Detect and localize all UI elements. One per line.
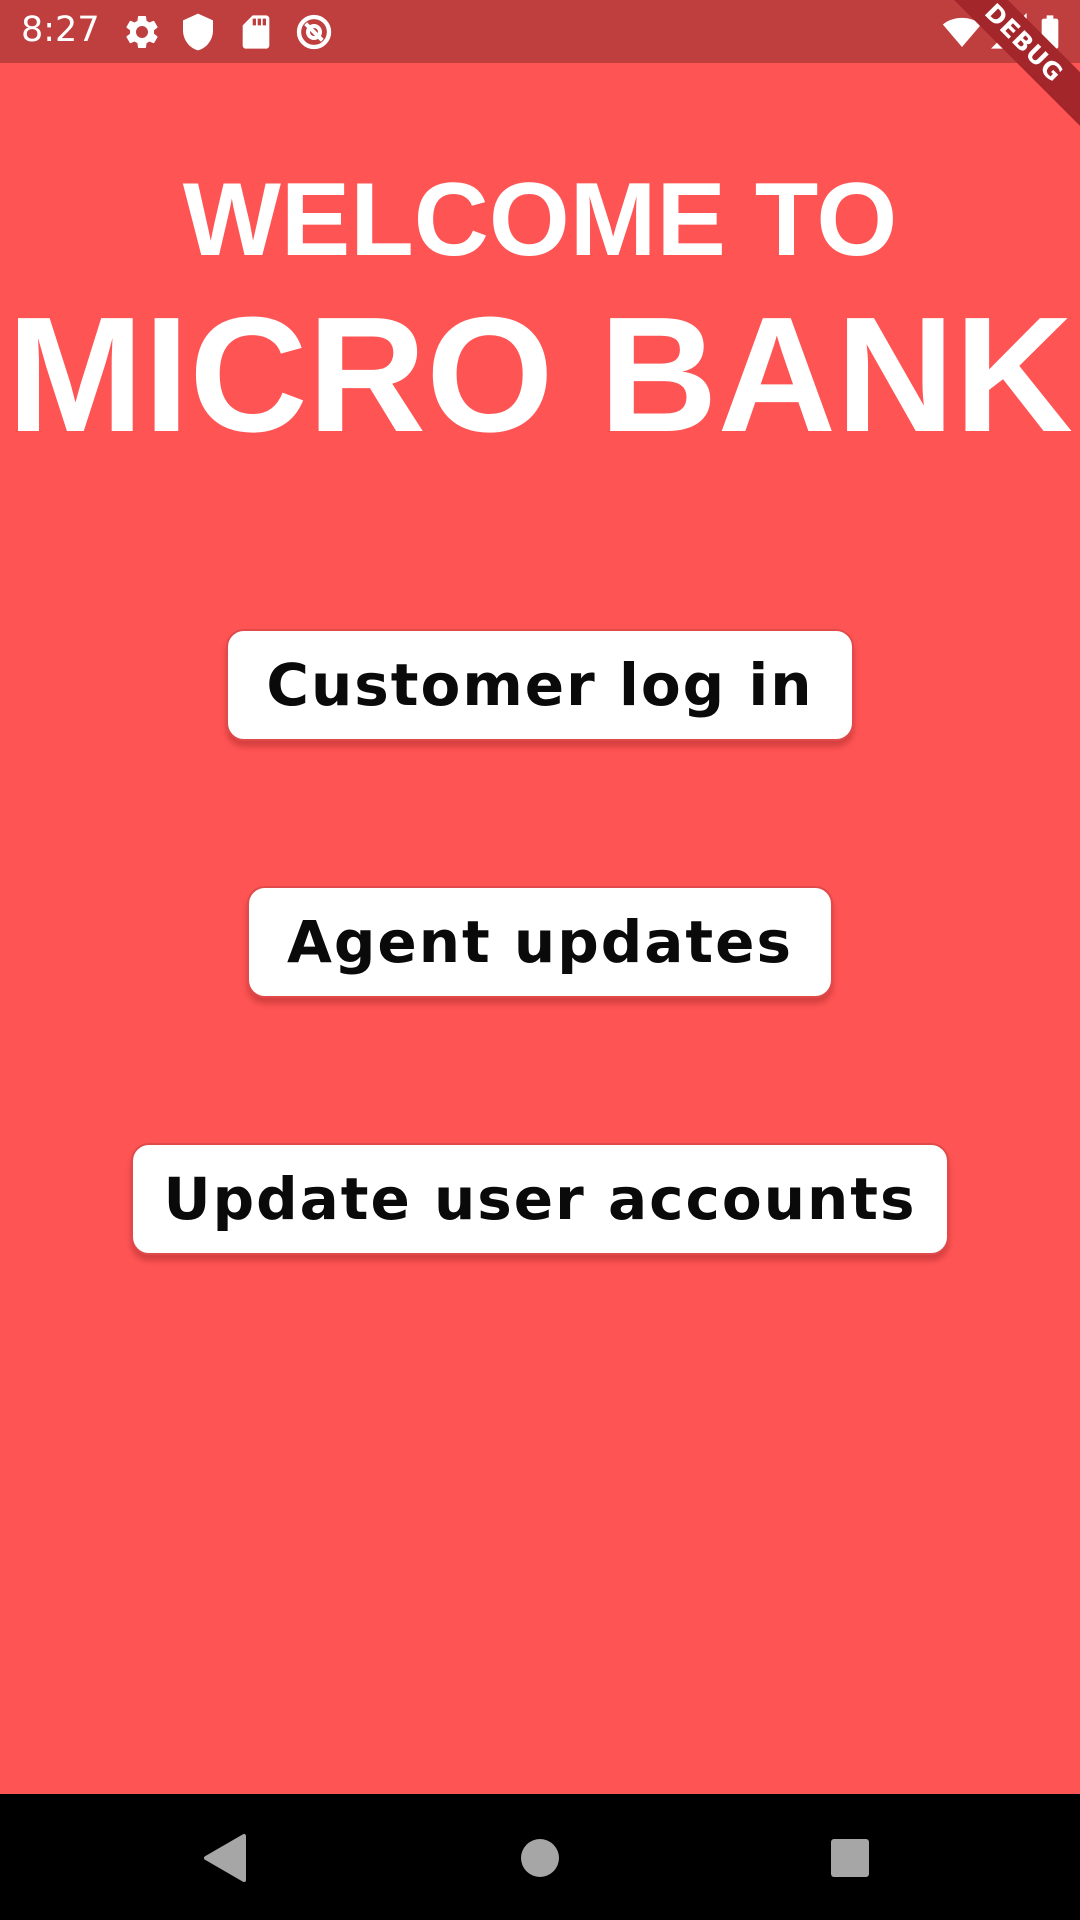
update-user-accounts-button[interactable]: Update user accounts xyxy=(131,1143,949,1255)
agent-updates-button[interactable]: Agent updates xyxy=(247,886,833,998)
home-icon[interactable] xyxy=(510,1828,570,1888)
navigation-bar xyxy=(0,1794,1080,1920)
app-title: MICRO BANK xyxy=(7,283,1073,466)
back-icon[interactable] xyxy=(196,1828,256,1888)
welcome-heading: WELCOME TO xyxy=(182,162,898,278)
shield-icon xyxy=(178,12,218,52)
at-sign-icon xyxy=(294,12,334,52)
status-bar: 8:27 xyxy=(0,0,1080,63)
status-time: 8:27 xyxy=(21,10,100,50)
settings-icon xyxy=(122,12,162,52)
sd-card-icon xyxy=(236,12,276,52)
recents-icon[interactable] xyxy=(820,1828,880,1888)
customer-login-button[interactable]: Customer log in xyxy=(226,629,854,741)
